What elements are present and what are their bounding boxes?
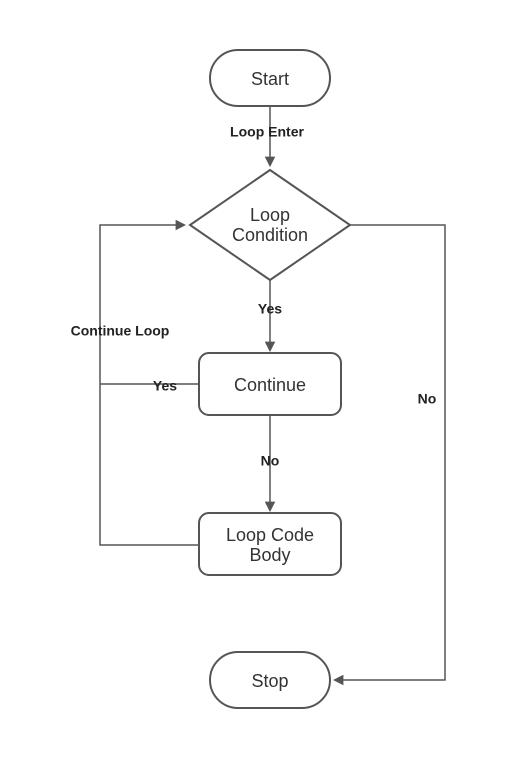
node-loop-body: Loop Code Body (199, 513, 341, 575)
body-label-1: Loop Code (226, 525, 314, 545)
node-continue: Continue (199, 353, 341, 415)
node-loop-condition: Loop Condition (190, 170, 350, 280)
node-stop: Stop (210, 652, 330, 708)
edge-continue-yes: Yes (100, 378, 199, 394)
edge-continue-no: No (261, 415, 280, 510)
node-start: Start (210, 50, 330, 106)
loop-enter-label: Loop Enter (230, 124, 304, 140)
edge-continue-loop: Continue Loop (71, 225, 199, 545)
edge-start-to-condition: Loop Enter (230, 106, 304, 165)
condition-label-1: Loop (250, 205, 290, 225)
continue-label: Continue (234, 375, 306, 395)
start-label: Start (251, 69, 289, 89)
stop-label: Stop (251, 671, 288, 691)
continue-loop-label: Continue Loop (71, 323, 170, 339)
cond-no-label: No (418, 391, 437, 407)
cont-no-label: No (261, 453, 280, 469)
body-label-2: Body (249, 545, 290, 565)
cont-yes-label: Yes (153, 378, 177, 394)
cond-yes-label: Yes (258, 301, 282, 317)
condition-label-2: Condition (232, 225, 308, 245)
edge-condition-yes: Yes (258, 280, 282, 350)
edge-condition-no: No (335, 225, 445, 680)
